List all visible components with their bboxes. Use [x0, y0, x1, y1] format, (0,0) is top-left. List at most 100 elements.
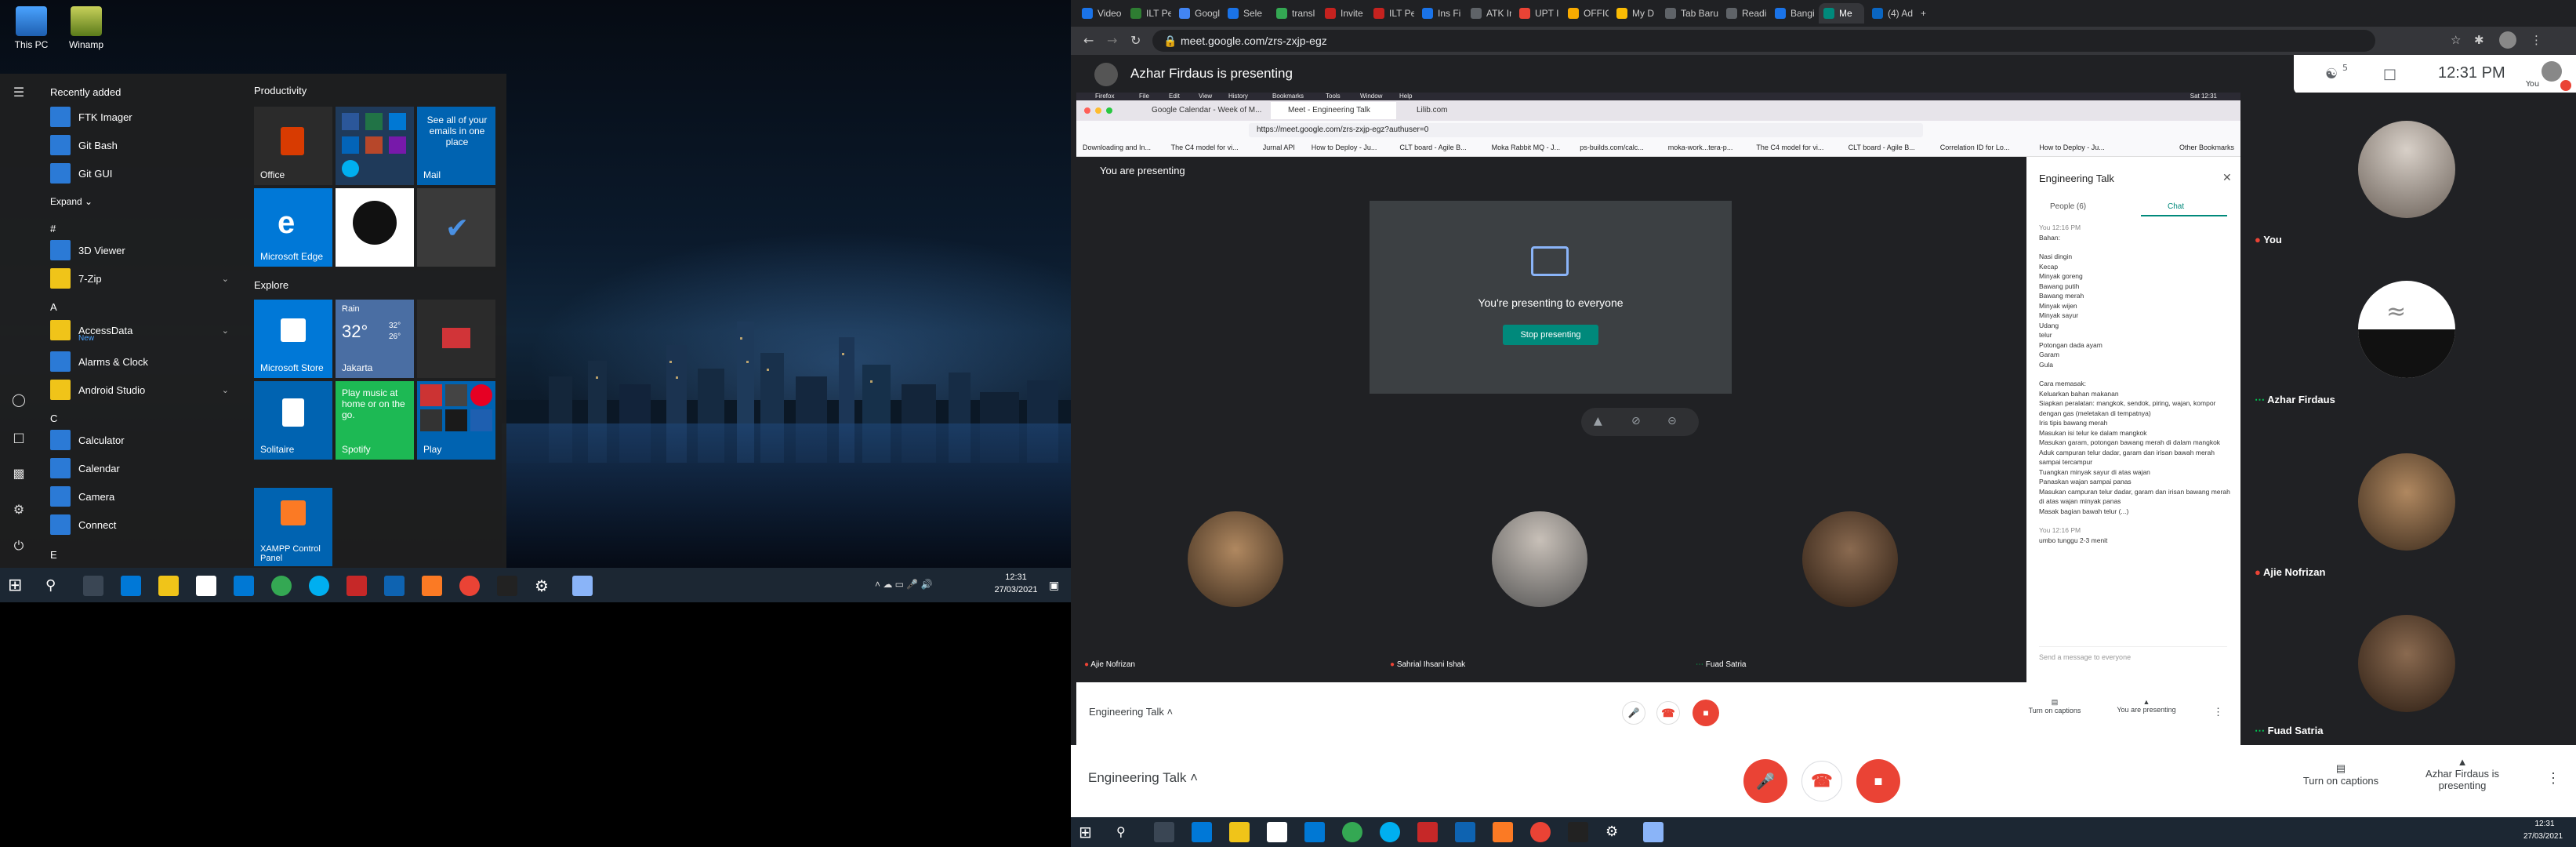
- hangup-button[interactable]: ☎: [1801, 761, 1842, 802]
- task-view-icon[interactable]: [1154, 822, 1174, 842]
- inner-hangup-button[interactable]: ☎: [1656, 701, 1680, 725]
- people-icon[interactable]: ☯: [2325, 66, 2338, 82]
- task-view-icon[interactable]: [83, 576, 103, 596]
- browser-tab[interactable]: Googl: [1174, 3, 1220, 24]
- browser-tab[interactable]: Video: [1077, 3, 1123, 24]
- browser-tab[interactable]: ATK In: [1466, 3, 1511, 24]
- side-avatar-you[interactable]: [2358, 121, 2455, 218]
- app-3d-viewer[interactable]: 3D Viewer: [50, 238, 238, 262]
- mac-menu-item[interactable]: History: [1228, 93, 1248, 100]
- captions-button[interactable]: ▤ Turn on captions: [2294, 762, 2388, 787]
- mac-menu-item[interactable]: Window: [1360, 93, 1382, 100]
- section-letter[interactable]: E: [50, 549, 57, 561]
- clock-time[interactable]: 12:31: [992, 573, 1039, 582]
- browser-tab[interactable]: Ins Fi: [1417, 3, 1463, 24]
- terminal-icon[interactable]: [497, 576, 517, 596]
- bookmark-item[interactable]: The C4 model for vi...: [1756, 144, 1823, 151]
- close-icon[interactable]: ✕: [2222, 171, 2232, 184]
- tile-weather[interactable]: Rain 32° 32° 26° Jakarta: [336, 300, 414, 378]
- settings-icon[interactable]: ⚙: [1605, 822, 1626, 842]
- xampp-icon[interactable]: [1493, 822, 1513, 842]
- tile-xampp[interactable]: XAMPP Control Panel: [254, 488, 332, 566]
- tile-mail[interactable]: See all of your emails in one place Mail: [417, 107, 495, 185]
- tile-spotify[interactable]: Play music at home or on the go. Spotify: [336, 381, 414, 460]
- mac-menu-item[interactable]: Bookmarks: [1272, 93, 1304, 100]
- remove-icon[interactable]: ⊝: [1667, 415, 1677, 427]
- tile-news[interactable]: [417, 300, 495, 378]
- windows-start-icon[interactable]: ⊞: [1079, 822, 1099, 842]
- participant-avatar-ajie[interactable]: [1188, 511, 1283, 607]
- bookmark-item[interactable]: Downloading and In...: [1083, 144, 1151, 151]
- app-7zip[interactable]: 7-Zip ⌄: [50, 267, 238, 290]
- side-avatar-ajie[interactable]: [2358, 453, 2455, 551]
- back-icon[interactable]: ←: [1083, 33, 1094, 48]
- settings-icon[interactable]: ⚙: [535, 576, 555, 596]
- tray-icons[interactable]: ˄ ☁ ▭ 🎤 🔊: [875, 579, 933, 590]
- side-avatar-azhar[interactable]: ≈: [2358, 281, 2455, 378]
- clock-date[interactable]: 27/03/2021: [2513, 832, 2573, 841]
- clock-time[interactable]: 12:31: [2521, 820, 2568, 828]
- bookmark-item[interactable]: CLT board - Agile B...: [1399, 144, 1466, 151]
- participant-avatar-sahrial[interactable]: [1492, 511, 1587, 607]
- edge-icon[interactable]: [1192, 822, 1212, 842]
- mac-menu-item[interactable]: Firefox: [1095, 93, 1114, 100]
- menu-icon[interactable]: ⋮: [2531, 33, 2542, 47]
- tile-play[interactable]: Play: [417, 381, 495, 460]
- pictures-icon[interactable]: ▩: [11, 466, 27, 482]
- power-icon[interactable]: ⏻: [11, 538, 27, 554]
- browser-tab[interactable]: UPT I: [1515, 3, 1560, 24]
- tile-todo[interactable]: ✔: [417, 188, 495, 267]
- firefox-address-bar[interactable]: https://meet.google.com/zrs-zxjp-egz?aut…: [1249, 123, 1923, 137]
- mail-icon[interactable]: [234, 576, 254, 596]
- mac-menu-item[interactable]: Edit: [1169, 93, 1180, 100]
- tile-edge[interactable]: e Microsoft Edge: [254, 188, 332, 267]
- app-android-studio[interactable]: Android Studio ⌄: [50, 378, 238, 402]
- browser-tab[interactable]: Bangi: [1770, 3, 1816, 24]
- browser-tab[interactable]: Readi: [1722, 3, 1767, 24]
- camera-off-button[interactable]: ■: [1856, 759, 1900, 803]
- tile-github[interactable]: [336, 188, 414, 267]
- inner-meeting-title[interactable]: Engineering Talk ˄: [1089, 706, 1173, 718]
- app-git-gui[interactable]: Git GUI: [50, 162, 238, 185]
- mic-off-button[interactable]: 🎤: [1743, 759, 1787, 803]
- reload-icon[interactable]: ↻: [1130, 33, 1141, 48]
- file-explorer-icon[interactable]: [1229, 822, 1250, 842]
- expand-button[interactable]: Expand ⌄: [50, 196, 93, 207]
- bookmark-item[interactable]: Moka Rabbit MQ - J...: [1492, 144, 1561, 151]
- mac-close-icon[interactable]: [1084, 107, 1090, 114]
- tile-office[interactable]: Office: [254, 107, 332, 185]
- app-ftk-imager[interactable]: FTK Imager: [50, 105, 238, 129]
- bookmark-star-icon[interactable]: ☆: [2451, 33, 2461, 47]
- tab-chat[interactable]: Chat: [2168, 202, 2184, 211]
- browser-tab[interactable]: (4) Ad: [1867, 3, 1913, 24]
- address-bar[interactable]: 🔒 meet.google.com/zrs-zxjp-egz: [1152, 30, 2375, 52]
- tile-solitaire[interactable]: Solitaire: [254, 381, 332, 460]
- browser-tab[interactable]: My D: [1612, 3, 1657, 24]
- inner-presenting-button[interactable]: ▲ You are presenting: [2111, 698, 2182, 714]
- profile-avatar[interactable]: [2499, 31, 2516, 49]
- mac-menu-item[interactable]: Tools: [1326, 93, 1341, 100]
- browser-tab[interactable]: Tab Baru: [1660, 3, 1718, 24]
- search-icon[interactable]: ⚲: [1116, 822, 1137, 842]
- mail-icon[interactable]: [1304, 822, 1325, 842]
- clock-date[interactable]: 27/03/2021: [985, 585, 1047, 594]
- mute-icon[interactable]: ⊘: [1631, 415, 1641, 427]
- extensions-icon[interactable]: ✱: [2474, 33, 2484, 47]
- chrome-icon[interactable]: [459, 576, 480, 596]
- browser-tab[interactable]: ILT Pe: [1126, 3, 1171, 24]
- snip-icon[interactable]: [1643, 822, 1664, 842]
- chat-input[interactable]: Send a message to everyone: [2039, 646, 2227, 661]
- hamburger-icon[interactable]: ☰: [11, 85, 27, 100]
- tile-office-apps[interactable]: [336, 107, 414, 185]
- app-calculator[interactable]: Calculator: [50, 428, 238, 452]
- side-avatar-fuad[interactable]: [2358, 615, 2455, 712]
- app-git-bash[interactable]: Git Bash: [50, 133, 238, 157]
- browser-tab[interactable]: ILT Pe: [1369, 3, 1414, 24]
- windows-start-icon[interactable]: ⊞: [8, 576, 28, 596]
- tab-people[interactable]: People (6): [2050, 202, 2086, 211]
- inner-mic-button[interactable]: 🎤: [1622, 701, 1645, 725]
- inner-captions-button[interactable]: ▤ Turn on captions: [2023, 698, 2086, 714]
- chat-icon[interactable]: □: [2383, 66, 2396, 82]
- participant-avatar-fuad[interactable]: [1802, 511, 1898, 607]
- app-connect[interactable]: Connect: [50, 513, 238, 536]
